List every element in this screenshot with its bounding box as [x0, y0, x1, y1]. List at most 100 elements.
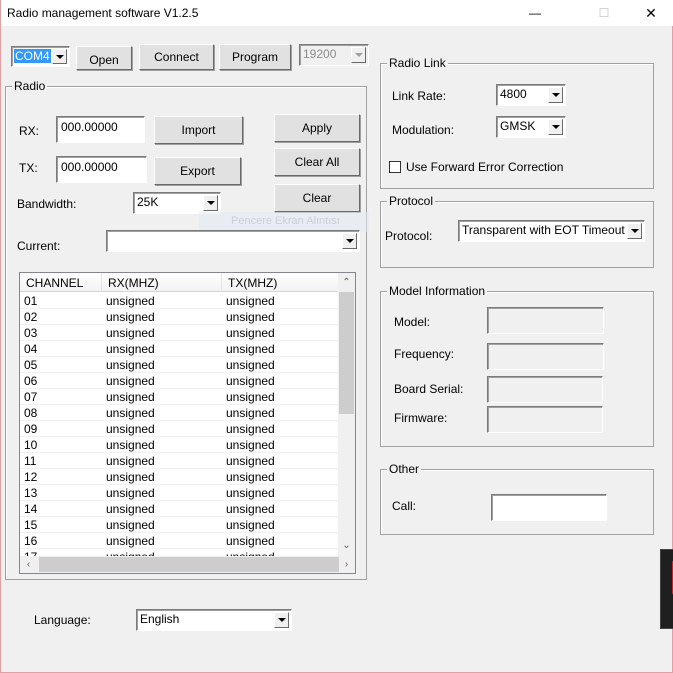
modulation-select[interactable]: GMSK [496, 116, 566, 138]
connect-label: Connect [154, 50, 199, 64]
app-window: Radio management software V1.2.5 — ☐ ✕ C… [0, 0, 673, 673]
bandwidth-label: Bandwidth: [17, 197, 77, 211]
column-header-rx[interactable]: RX(MHZ) [102, 273, 222, 292]
tx-cell: unsigned [226, 422, 275, 436]
clear-label: Clear [302, 191, 332, 205]
column-header-channel[interactable]: CHANNEL [20, 273, 102, 292]
scroll-down-icon[interactable]: ⌄ [338, 537, 355, 554]
table-row[interactable]: 11 unsigned unsigned [20, 453, 339, 469]
table-row[interactable]: 13 unsigned unsigned [20, 485, 339, 501]
rx-cell: unsigned [106, 470, 155, 484]
rx-input[interactable]: 000.00000 [56, 116, 145, 143]
import-button[interactable]: Import [154, 116, 243, 144]
export-button[interactable]: Export [154, 157, 241, 185]
chevron-down-icon [630, 229, 639, 233]
modulation-dropdown-arrow[interactable] [548, 119, 563, 135]
clear-button[interactable]: Clear [274, 184, 360, 212]
tx-input[interactable]: 000.00000 [56, 156, 147, 183]
channel-cell: 15 [24, 518, 38, 532]
table-row[interactable]: 17unsignedunsigned [20, 549, 339, 556]
connect-button[interactable]: Connect [139, 44, 214, 70]
channel-table[interactable]: CHANNEL RX(MHZ) TX(MHZ) 01 unsigned unsign… [19, 272, 356, 574]
program-button[interactable]: Program [219, 44, 291, 70]
baud-select[interactable]: 19200 [299, 44, 369, 66]
baud-dropdown-arrow[interactable] [351, 47, 366, 63]
close-icon: ✕ [645, 4, 657, 21]
board-serial-field [487, 376, 603, 403]
close-button[interactable]: ✕ [628, 0, 673, 26]
rx-label: RX: [19, 124, 40, 138]
apply-button[interactable]: Apply [274, 114, 360, 142]
table-row[interactable]: 01 unsigned unsigned [20, 293, 339, 309]
vertical-scrollbar[interactable]: ⌃ ⌄ [338, 273, 355, 556]
current-dropdown-arrow[interactable] [342, 233, 357, 249]
table-row[interactable]: 05 unsigned unsigned [20, 357, 339, 373]
column-header-tx[interactable]: TX(MHZ) [222, 273, 339, 292]
table-row[interactable]: 10 unsigned unsigned [20, 437, 339, 453]
tx-cell: unsigned [226, 534, 275, 548]
rx-cell: unsigned [106, 326, 155, 340]
tx-cell: unsigned [226, 518, 275, 532]
baud-value: 19200 [303, 47, 337, 61]
table-row[interactable]: 09 unsigned unsigned [20, 421, 339, 437]
rx-cell: unsigned [106, 454, 155, 468]
protocol-dropdown-arrow[interactable] [627, 223, 642, 239]
link-rate-dropdown-arrow[interactable] [548, 87, 563, 103]
channel-cell: 08 [24, 406, 38, 420]
minimize-button[interactable]: — [512, 0, 558, 26]
horizontal-scrollbar[interactable]: ‹ › [20, 556, 355, 573]
current-label: Current: [17, 239, 61, 253]
title-bar: Radio management software V1.2.5 — ☐ ✕ [1, 0, 673, 26]
language-select[interactable]: English [136, 609, 292, 631]
table-row[interactable]: 14 unsigned unsigned [20, 501, 339, 517]
tx-cell: unsigned [226, 470, 275, 484]
bandwidth-dropdown-arrow[interactable] [203, 195, 218, 211]
other-group-label: Other [387, 462, 422, 476]
model-field [487, 307, 604, 334]
open-button[interactable]: Open [76, 46, 132, 70]
clear-all-button[interactable]: Clear All [274, 148, 360, 176]
port-select[interactable]: COM4 [11, 46, 70, 67]
scroll-left-icon[interactable]: ‹ [20, 556, 37, 573]
table-row[interactable]: 03 unsigned unsigned [20, 325, 339, 341]
rx-cell: unsigned [106, 342, 155, 356]
table-row[interactable]: 16 unsigned unsigned [20, 533, 339, 549]
link-rate-select[interactable]: 4800 [496, 84, 566, 106]
channel-cell: 04 [24, 342, 38, 356]
screenshot-tooltip: Pencere Ekran Alıntısı [199, 212, 369, 232]
firmware-label: Firmware: [394, 411, 448, 425]
modulation-label: Modulation: [392, 123, 455, 137]
channel-cell: 05 [24, 358, 38, 372]
scroll-right-icon[interactable]: › [338, 556, 355, 573]
maximize-button[interactable]: ☐ [581, 0, 627, 26]
tx-label: TX: [19, 161, 38, 175]
table-row[interactable]: 06 unsigned unsigned [20, 373, 339, 389]
port-dropdown-arrow[interactable] [52, 49, 67, 64]
table-row[interactable]: 12 unsigned unsigned [20, 469, 339, 485]
chevron-down-icon [206, 201, 215, 205]
table-row[interactable]: 02 unsigned unsigned [20, 309, 339, 325]
fec-checkbox[interactable] [389, 161, 401, 173]
scroll-up-icon[interactable]: ⌃ [338, 274, 355, 291]
rx-cell: unsigned [106, 358, 155, 372]
window-title: Radio management software V1.2.5 [7, 6, 199, 20]
bandwidth-select[interactable]: 25K [133, 192, 221, 214]
table-row[interactable]: 15 unsigned unsigned [20, 517, 339, 533]
channel-cell: 12 [24, 470, 38, 484]
export-label: Export [180, 164, 215, 178]
call-input[interactable] [491, 494, 607, 521]
apply-label: Apply [301, 121, 333, 135]
horizontal-scroll-thumb[interactable] [39, 557, 339, 572]
table-row[interactable]: 04 unsigned unsigned [20, 341, 339, 357]
board-serial-label: Board Serial: [394, 382, 464, 396]
protocol-select[interactable]: Transparent with EOT Timeout [458, 220, 645, 242]
vertical-scroll-thumb[interactable] [339, 292, 354, 414]
table-row[interactable]: 07 unsigned unsigned [20, 389, 339, 405]
current-select[interactable] [106, 230, 360, 252]
fec-label[interactable]: Use Forward Error Correction [406, 160, 563, 174]
channel-cell: 14 [24, 502, 38, 516]
language-dropdown-arrow[interactable] [274, 612, 289, 628]
tx-cell: unsigned [226, 502, 275, 516]
table-row[interactable]: 08 unsigned unsigned [20, 405, 339, 421]
link-rate-label: Link Rate: [392, 89, 447, 103]
